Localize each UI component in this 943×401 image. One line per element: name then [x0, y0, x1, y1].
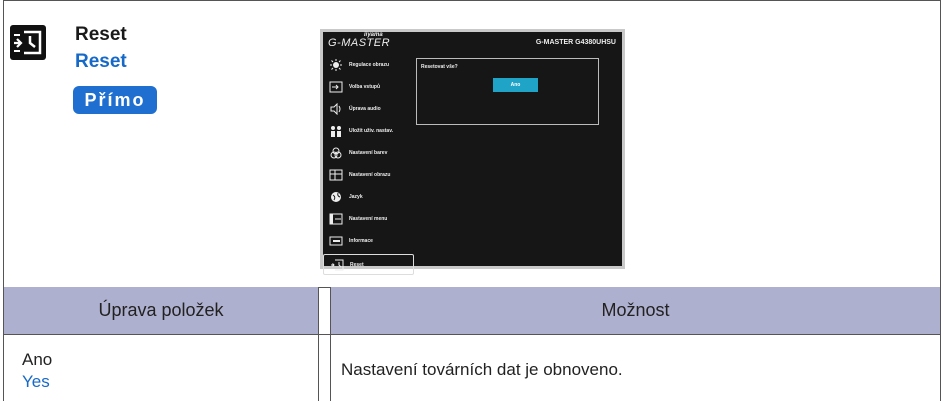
osd-menu-label: Nastavení barev [349, 150, 388, 156]
table-cell-description: Nastavení továrních dat je obnoveno. [341, 360, 623, 379]
menu-icon [329, 213, 343, 225]
picture-icon [329, 169, 343, 181]
user-settings-icon [331, 126, 341, 137]
table-cell-item: Ano [22, 350, 53, 369]
osd-menu-label: Jazyk [349, 194, 363, 200]
column-header-items: Úprava položek [4, 287, 318, 334]
reset-icon [331, 259, 344, 270]
brightness-icon [330, 59, 342, 71]
info-icon [329, 236, 343, 246]
osd-menu-item-reset[interactable]: Reset [323, 254, 414, 275]
osd-menu-label: Reset [350, 261, 364, 268]
table-border-top [3, 0, 941, 1]
osd-menu-item-information[interactable]: Informace [323, 230, 416, 252]
section-title-english: Reset [75, 51, 127, 72]
osd-menu: Regulace obrazu Volba vstupů Úprava audi… [323, 54, 416, 275]
table-cell-item-english: Yes [22, 372, 50, 391]
osd-menu-label: Nastavení menu [349, 216, 388, 222]
speaker-icon [330, 103, 341, 115]
osd-menu-label: Regulace obrazu [349, 62, 390, 68]
osd-model-name: G-MASTER G4380UHSU [535, 39, 616, 46]
brand-logo: G-MASTER [328, 37, 391, 49]
osd-reset-prompt: Resetovat vše? [421, 64, 458, 70]
osd-menu-label: Volba vstupů [349, 84, 381, 90]
osd-menu-item-color[interactable]: Nastavení barev [323, 142, 416, 164]
osd-menu-item-menu-settings[interactable]: Nastavení menu [323, 208, 416, 230]
osd-menu-item-user-settings[interactable]: Uložit uživ. nastav. [323, 120, 416, 142]
osd-menu-item-language[interactable]: Jazyk [323, 186, 416, 208]
osd-menu-label: Informace [349, 238, 373, 244]
column-header-options: Možnost [331, 287, 940, 334]
column-divider [330, 287, 331, 401]
osd-menu-item-input[interactable]: Volba vstupů [323, 76, 416, 98]
osd-reset-panel: Resetovat vše? Ano [416, 58, 599, 125]
osd-screenshot: iiyama G-MASTER G-MASTER G4380UHSU Regul… [320, 29, 625, 275]
osd-menu-item-picture-adjust[interactable]: Regulace obrazu [323, 54, 416, 76]
color-icon [330, 147, 342, 159]
osd-menu-label: Úprava audio [349, 106, 381, 112]
globe-icon [331, 192, 341, 202]
direct-badge: Přímo [73, 86, 157, 114]
table-divider [3, 334, 941, 335]
osd-menu-label: Nastavení obrazu [349, 172, 391, 178]
osd-menu-item-picture-settings[interactable]: Nastavení obrazu [323, 164, 416, 186]
reset-icon [10, 25, 46, 60]
column-divider [318, 287, 319, 401]
input-icon [329, 81, 343, 93]
osd-menu-item-audio[interactable]: Úprava audio [323, 98, 416, 120]
section-title: Reset [75, 24, 127, 45]
osd-yes-button[interactable]: Ano [493, 78, 538, 92]
osd-menu-label: Uložit uživ. nastav. [349, 128, 393, 134]
